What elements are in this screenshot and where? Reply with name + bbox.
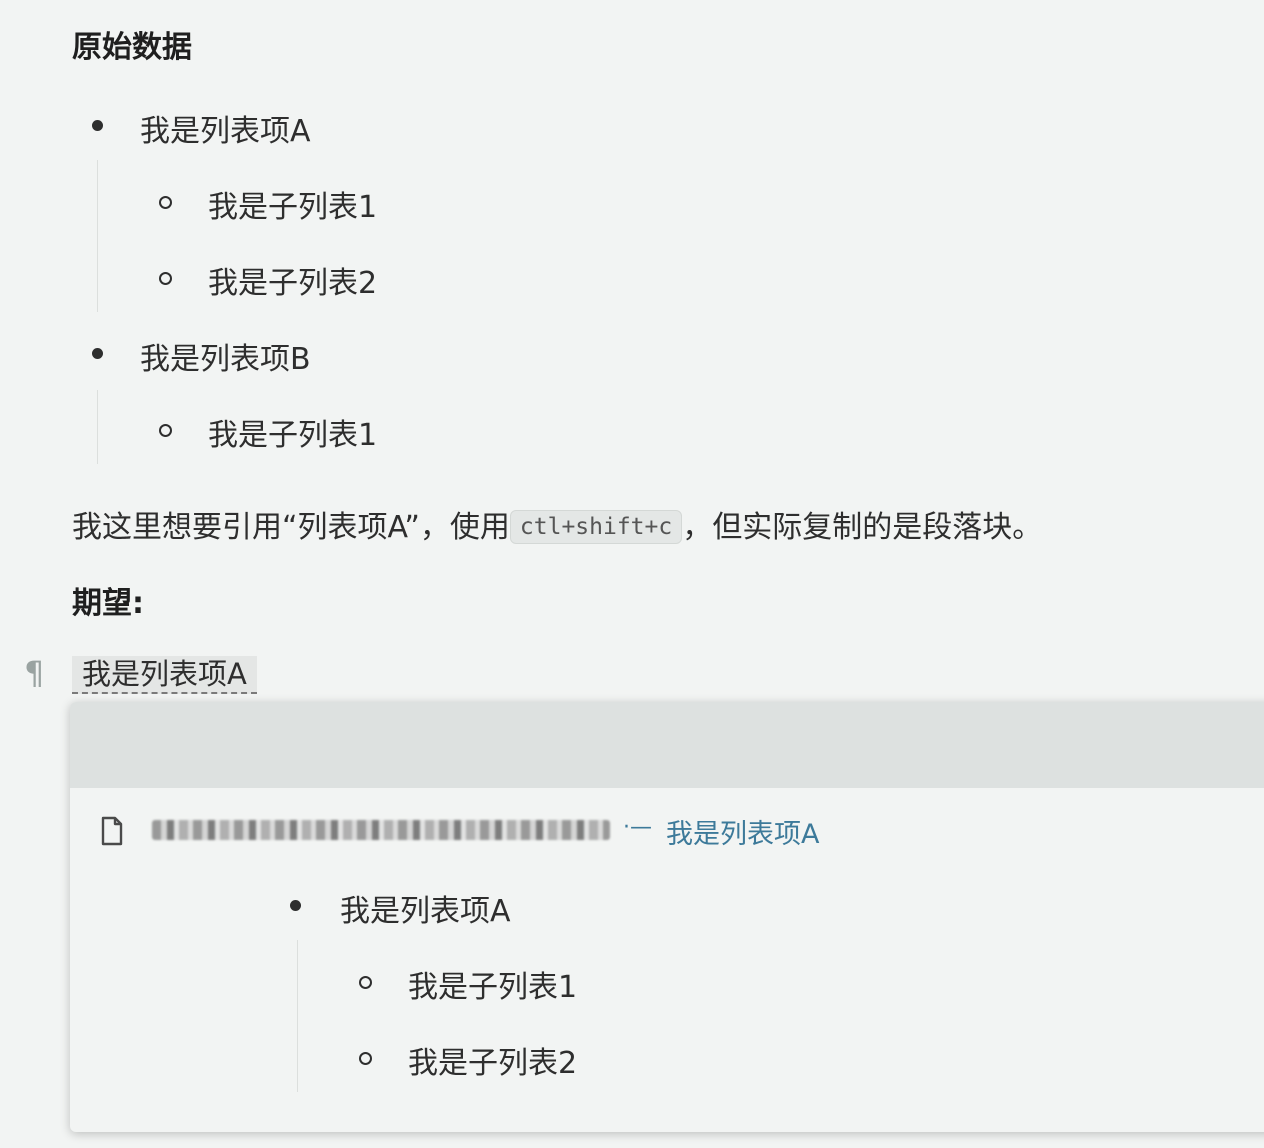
block-ref-preview-popup: ·— 我是列表项A 我是列表项A 我是子列表1 我是子列表2 bbox=[70, 702, 1264, 1132]
list-item-label[interactable]: 我是列表项A bbox=[140, 106, 311, 150]
block-ref[interactable]: 我是列表项A bbox=[72, 656, 257, 694]
sub-bullet-icon bbox=[359, 976, 372, 989]
popup-header bbox=[70, 702, 1264, 788]
breadcrumb-path-redacted bbox=[152, 820, 610, 840]
sub-bullet-icon bbox=[159, 272, 172, 285]
sub-list-item-label[interactable]: 我是子列表1 bbox=[408, 962, 577, 1006]
note-text-before: 我这里想要引用“列表项A”，使用 bbox=[72, 510, 510, 545]
shortcut-code: ctl+shift+c bbox=[509, 509, 683, 544]
sub-list-item-label[interactable]: 我是子列表1 bbox=[208, 182, 377, 226]
breadcrumb-separator-icon: ·— bbox=[623, 815, 652, 840]
sub-bullet-icon bbox=[159, 424, 172, 437]
sub-list-item-label[interactable]: 我是子列表2 bbox=[408, 1038, 577, 1082]
file-icon bbox=[100, 816, 124, 850]
bullet-icon bbox=[290, 900, 301, 911]
bullet-icon bbox=[92, 348, 103, 359]
list-guide-line bbox=[297, 940, 298, 1092]
sub-bullet-icon bbox=[159, 196, 172, 209]
sub-list-item-label[interactable]: 我是子列表1 bbox=[208, 410, 377, 454]
list-item-label[interactable]: 我是列表项B bbox=[140, 334, 311, 378]
note-paragraph[interactable]: 我这里想要引用“列表项A”，使用 ctl+shift+c ，但实际复制的是段落块。 bbox=[72, 502, 1042, 546]
note-text-after: ，但实际复制的是段落块。 bbox=[682, 510, 1043, 545]
bullet-icon bbox=[92, 120, 103, 131]
pilcrow-icon[interactable]: ¶ bbox=[24, 654, 44, 692]
section-title-expected: 期望: bbox=[72, 586, 144, 621]
list-guide-line bbox=[97, 160, 98, 312]
sub-list-item-label[interactable]: 我是子列表2 bbox=[208, 258, 377, 302]
list-item-label[interactable]: 我是列表项A bbox=[340, 886, 511, 930]
list-guide-line bbox=[97, 390, 98, 464]
sub-bullet-icon bbox=[359, 1052, 372, 1065]
breadcrumb-target-link[interactable]: 我是列表项A bbox=[666, 812, 819, 851]
section-title-original: 原始数据 bbox=[72, 30, 192, 65]
